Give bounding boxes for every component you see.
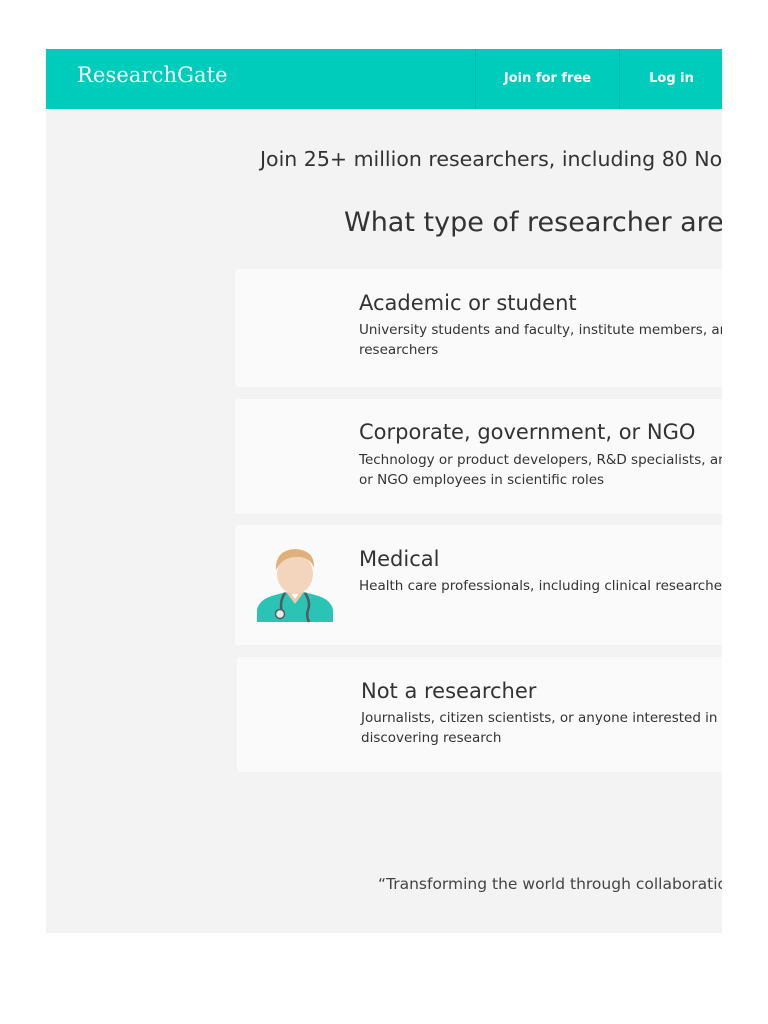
option-academic-card[interactable]: Academic or student University students …	[235, 269, 722, 387]
option-medical-card[interactable]: Medical Health care professionals, inclu…	[235, 525, 722, 645]
option-medical-title: Medical	[359, 547, 440, 571]
option-medical-description: Health care professionals, including cli…	[359, 578, 722, 594]
researchgate-logo[interactable]: ResearchGate	[77, 63, 228, 87]
researcher-count-headline: Join 25+ million researchers, including …	[260, 147, 722, 171]
log-in-button[interactable]: Log in	[619, 49, 722, 109]
option-academic-description: University students and faculty, institu…	[359, 322, 722, 358]
option-academic-title: Academic or student	[359, 291, 577, 315]
join-for-free-button[interactable]: Join for free	[475, 49, 619, 109]
tagline-quote: “Transforming the world through collabor…	[378, 875, 722, 893]
option-not-researcher-description: Journalists, citizen scientists, or anyo…	[361, 710, 722, 746]
top-navigation-bar: ResearchGate Join for free Log in	[46, 49, 722, 109]
researcher-type-question: What type of researcher are yo	[344, 207, 722, 238]
option-corporate-card[interactable]: Corporate, government, or NGO Technology…	[235, 399, 722, 514]
option-not-researcher-title: Not a researcher	[361, 679, 537, 703]
doctor-icon	[255, 544, 335, 624]
option-corporate-title: Corporate, government, or NGO	[359, 420, 696, 444]
option-not-researcher-card[interactable]: Not a researcher Journalists, citizen sc…	[237, 657, 722, 772]
option-corporate-description: Technology or product developers, R&D sp…	[359, 452, 722, 488]
page-frame: ResearchGate Join for free Log in Join 2…	[46, 49, 722, 933]
